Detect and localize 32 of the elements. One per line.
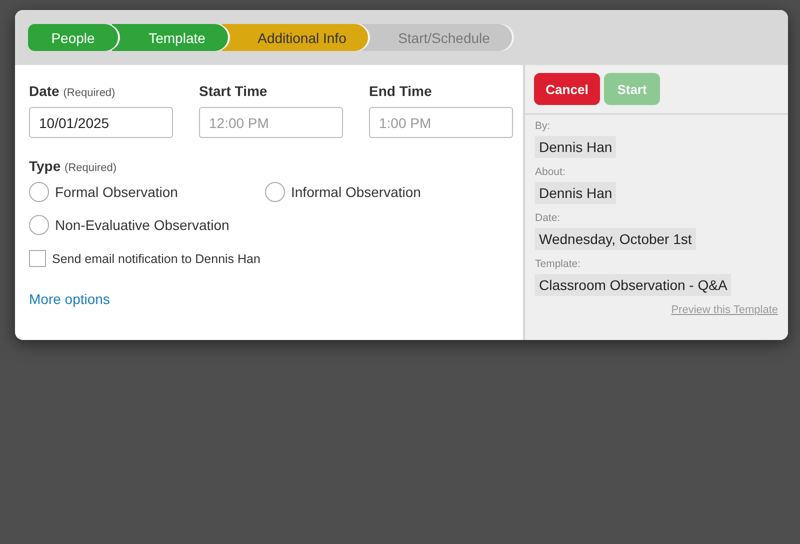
summary-label: Date: (535, 212, 562, 224)
end-time-field[interactable]: 1:00 PM (369, 107, 513, 138)
step-tab[interactable]: People (28, 24, 118, 51)
radio-label[interactable]: Formal Observation (55, 184, 178, 200)
summary-value: Classroom Observation - Q&A (535, 274, 732, 296)
summary-value: Dennis Han (535, 136, 616, 158)
field-label: End Time (369, 83, 432, 99)
summary-label: By: (535, 120, 552, 132)
step-tab[interactable]: Template (112, 24, 228, 51)
radio-button[interactable] (29, 182, 49, 202)
radio-button[interactable] (265, 182, 285, 202)
field-label: Start Time (199, 83, 268, 99)
required-hint: (Required) (63, 87, 116, 99)
radio-label[interactable]: Informal Observation (291, 184, 421, 200)
radio-button[interactable] (29, 215, 49, 235)
preview-template-link[interactable]: Preview this Template (671, 304, 778, 316)
more-options-link[interactable]: More options (29, 291, 110, 307)
checkbox[interactable] (29, 250, 46, 267)
step-tab[interactable]: Start/Schedule (362, 24, 512, 51)
step-tab[interactable]: Additional Info (222, 24, 368, 51)
field-label: Date (29, 83, 60, 99)
required-hint: (Required) (64, 162, 116, 174)
summary-value: Dennis Han (535, 182, 616, 204)
action-button[interactable]: Cancel (534, 73, 600, 105)
summary-value: Wednesday, October 1st (535, 228, 696, 250)
field-label: Type (29, 158, 61, 174)
summary-label: Template: (535, 258, 582, 270)
start-time-field[interactable]: 12:00 PM (199, 107, 343, 138)
radio-label[interactable]: Non-Evaluative Observation (55, 217, 230, 233)
summary-label: About: (535, 166, 566, 178)
date-field[interactable]: 10/01/2025 (29, 107, 173, 138)
checkbox-label[interactable]: Send email notification to Dennis Han (52, 252, 260, 266)
